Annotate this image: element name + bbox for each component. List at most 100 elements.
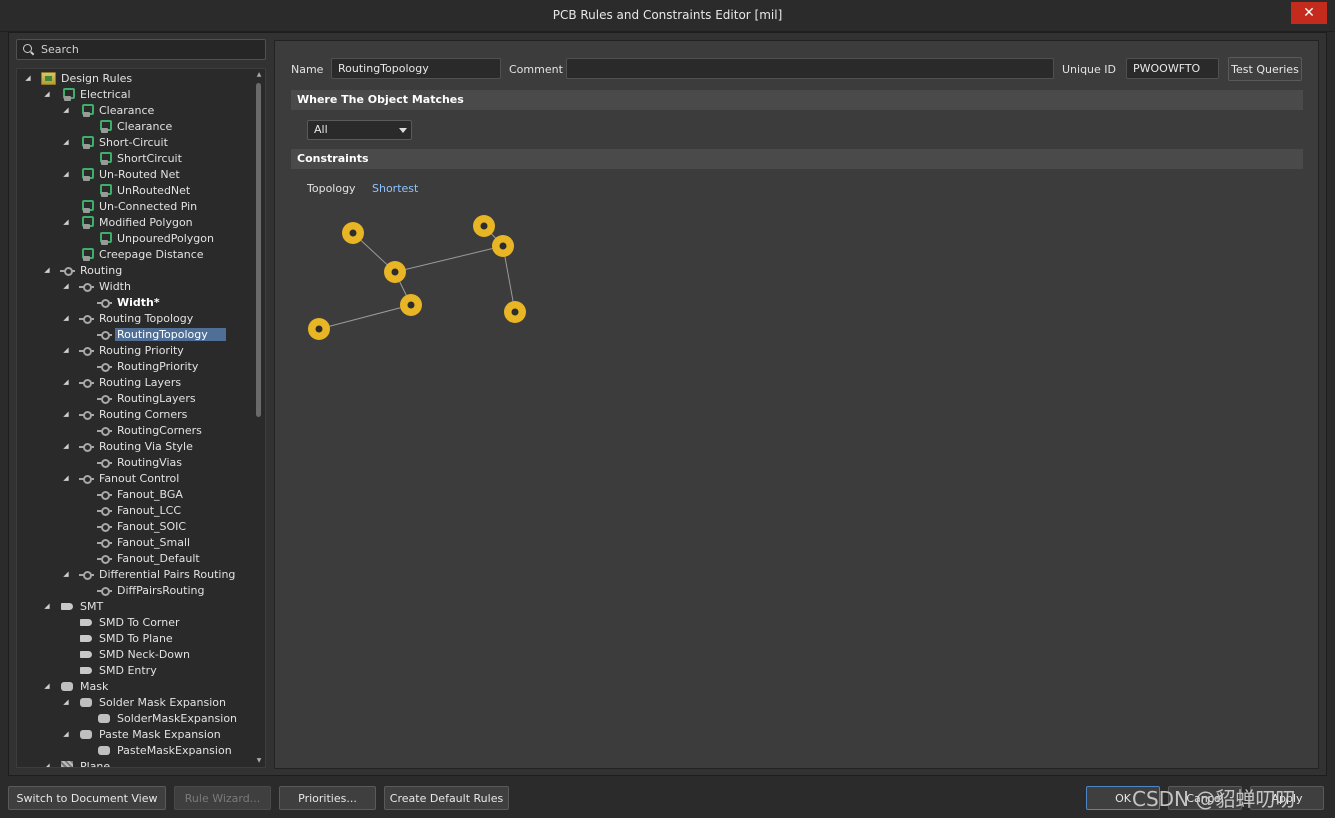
folder-rule-icon [41, 71, 56, 85]
expand-arrow-icon[interactable]: ◢ [42, 761, 52, 767]
tree-item[interactable]: ◢ Paste Mask Expansion [61, 726, 223, 742]
test-queries-button[interactable]: Test Queries [1228, 57, 1302, 81]
expand-arrow-icon[interactable]: ◢ [61, 697, 71, 707]
tree-item-label: Electrical [80, 87, 131, 101]
close-button[interactable]: ✕ [1291, 2, 1327, 24]
tree-item-label: Routing [80, 263, 123, 277]
expand-arrow-icon[interactable]: ◢ [61, 377, 71, 387]
mask-rule-icon [79, 696, 94, 709]
tree-item[interactable]: RoutingCorners [79, 422, 204, 438]
unique-id-input[interactable] [1126, 58, 1219, 79]
expand-arrow-icon[interactable]: ◢ [42, 681, 52, 691]
tree-item[interactable]: SMD Entry [61, 662, 159, 678]
tree-item[interactable]: Clearance [79, 118, 174, 134]
expand-arrow-icon[interactable]: ◢ [61, 105, 71, 115]
elec-rule-icon [97, 151, 112, 165]
tree-item[interactable]: ◢ Solder Mask Expansion [61, 694, 228, 710]
scroll-thumb[interactable] [256, 83, 261, 417]
tree-item[interactable]: SMD Neck-Down [61, 646, 192, 662]
tree-item[interactable]: ◢ Routing Priority [61, 342, 186, 358]
tree-item[interactable]: ◢ Differential Pairs Routing [61, 566, 237, 582]
tree-scrollbar[interactable]: ▲ ▼ [255, 71, 263, 765]
search-box[interactable] [16, 39, 266, 60]
tree-item[interactable]: Creepage Distance [61, 246, 206, 262]
search-input[interactable] [41, 43, 251, 56]
expand-arrow-icon[interactable]: ◢ [42, 265, 52, 275]
tree-item[interactable]: Fanout_BGA [79, 486, 185, 502]
expand-arrow-icon[interactable]: ◢ [61, 217, 71, 227]
tree-item[interactable]: SolderMaskExpansion [79, 710, 239, 726]
pad-hole [511, 308, 519, 316]
tree-item[interactable]: ◢ Electrical [42, 86, 133, 102]
elec-rule-icon [97, 119, 112, 133]
tree-item[interactable]: Fanout_Small [79, 534, 192, 550]
tree-item[interactable]: ◢ Routing Topology [61, 310, 195, 326]
tree-item[interactable]: Un-Connected Pin [61, 198, 199, 214]
tree-item[interactable]: Fanout_Default [79, 550, 202, 566]
tree-item[interactable]: ◢ Routing Corners [61, 406, 189, 422]
expand-arrow-icon[interactable]: ◢ [23, 73, 33, 83]
tree-item[interactable]: UnpouredPolygon [79, 230, 216, 246]
tree-item-label: Fanout Control [99, 471, 180, 485]
tree-item[interactable]: ◢ Clearance [61, 102, 156, 118]
tree-item[interactable]: ◢ SMT [42, 598, 105, 614]
tree-item[interactable]: DiffPairsRouting [79, 582, 206, 598]
tree-item[interactable]: ◢ Routing [42, 262, 124, 278]
tree-item[interactable]: ◢ Design Rules [23, 70, 134, 86]
tree-item[interactable]: SMD To Plane [61, 630, 175, 646]
match-scope-select[interactable]: All [307, 120, 412, 140]
expand-arrow-icon[interactable]: ◢ [61, 569, 71, 579]
tree-item[interactable]: RoutingVias [79, 454, 184, 470]
expand-arrow-icon[interactable]: ◢ [61, 281, 71, 291]
tree-item[interactable]: ◢ Plane [42, 758, 112, 767]
route-rule-icon [97, 296, 112, 309]
tree-item[interactable]: RoutingLayers [79, 390, 198, 406]
expand-arrow-icon[interactable]: ◢ [42, 89, 52, 99]
route-rule-icon [97, 392, 112, 405]
expand-arrow-icon[interactable]: ◢ [61, 409, 71, 419]
tree-item[interactable]: ◢ Un-Routed Net [61, 166, 182, 182]
tree-item[interactable]: ◢ Short-Circuit [61, 134, 170, 150]
rules-tree[interactable]: ◢ Plane PasteMaskExpansion ◢ Paste Mask Expa… [16, 68, 266, 768]
tree-item[interactable]: ◢ Routing Via Style [61, 438, 195, 454]
tree-item[interactable]: ◢ Width [61, 278, 133, 294]
tree-item[interactable]: UnRoutedNet [79, 182, 192, 198]
tree-item[interactable]: RoutingPriority [79, 358, 200, 374]
tree-item[interactable]: Fanout_LCC [79, 502, 183, 518]
rule-wizard-button[interactable]: Rule Wizard... [174, 786, 271, 810]
expand-arrow-icon[interactable]: ◢ [61, 473, 71, 483]
name-input[interactable] [331, 58, 501, 79]
tree-item[interactable]: ◢ Modified Polygon [61, 214, 195, 230]
expand-arrow-icon[interactable]: ◢ [61, 345, 71, 355]
expand-arrow-icon[interactable]: ◢ [61, 169, 71, 179]
comment-input[interactable] [566, 58, 1054, 79]
scroll-up-icon[interactable]: ▲ [255, 71, 263, 79]
tree-item[interactable]: ◢ Fanout Control [61, 470, 181, 486]
route-rule-icon [97, 504, 112, 517]
tree-item[interactable]: Width* [79, 294, 162, 310]
switch-to-document-view-button[interactable]: Switch to Document View [8, 786, 166, 810]
topology-value-link[interactable]: Shortest [372, 182, 418, 195]
tree-item[interactable]: ◢ Mask [42, 678, 110, 694]
tree-item[interactable]: SMD To Corner [61, 614, 182, 630]
priorities-button[interactable]: Priorities... [279, 786, 376, 810]
route-rule-icon [97, 328, 112, 341]
expand-arrow-icon[interactable]: ◢ [42, 601, 52, 611]
tree-item[interactable]: ShortCircuit [79, 150, 184, 166]
expand-arrow-icon[interactable]: ◢ [61, 441, 71, 451]
tree-item-label: SMD To Plane [99, 631, 173, 645]
tree-item[interactable]: Fanout_SOIC [79, 518, 188, 534]
expand-arrow-icon[interactable]: ◢ [61, 313, 71, 323]
tree-item[interactable]: ◢ Routing Layers [61, 374, 183, 390]
expand-arrow-icon[interactable]: ◢ [61, 137, 71, 147]
create-default-rules-button[interactable]: Create Default Rules [384, 786, 509, 810]
scroll-down-icon[interactable]: ▼ [255, 757, 263, 765]
route-rule-icon [97, 456, 112, 469]
tree-item[interactable]: RoutingTopology [79, 326, 226, 342]
mask-rule-icon [97, 744, 112, 757]
tree-item[interactable]: PasteMaskExpansion [79, 742, 234, 758]
expand-arrow-icon[interactable]: ◢ [61, 729, 71, 739]
